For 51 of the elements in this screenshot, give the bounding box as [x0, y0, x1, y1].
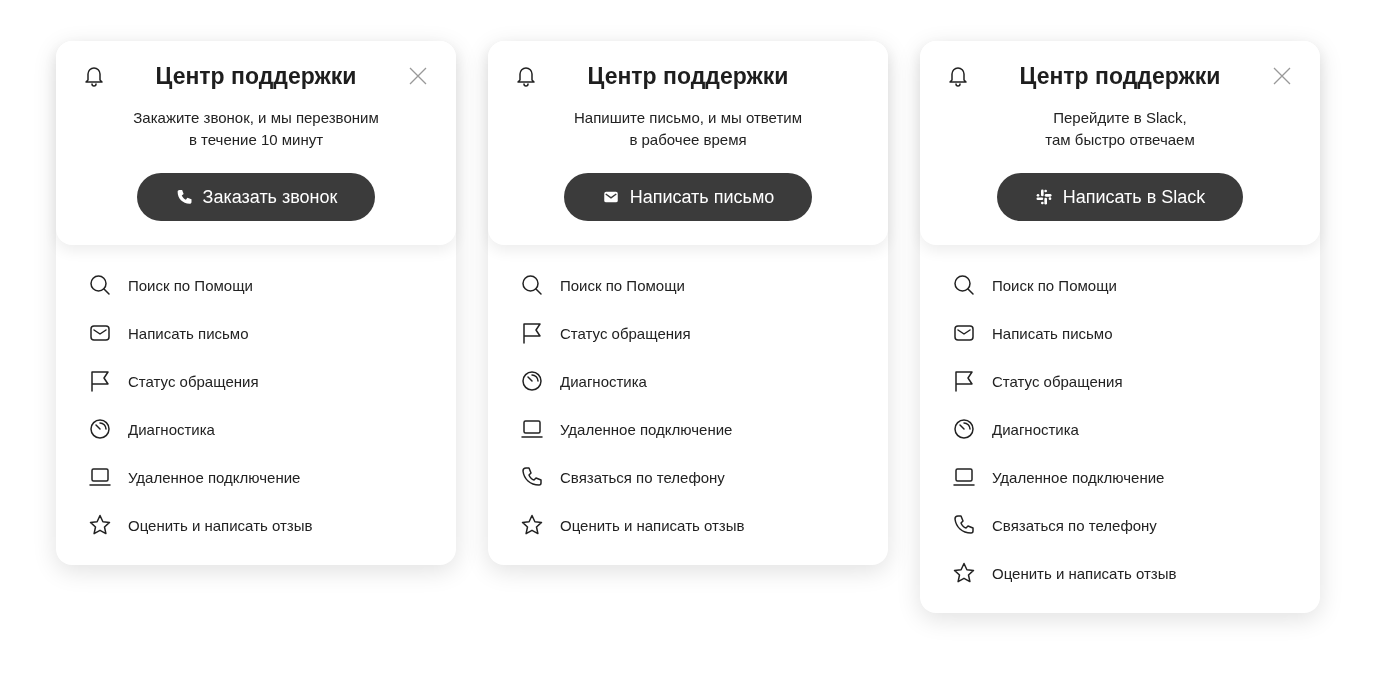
panel-description: Напишите письмо, и мы ответим в рабочее время: [574, 108, 802, 150]
flag-icon: [952, 369, 976, 393]
star-icon: [952, 561, 976, 585]
menu-item[interactable]: Связаться по телефону: [992, 516, 1157, 534]
panel-title: Центр поддержки: [155, 62, 357, 90]
panel-title: Центр поддержки: [587, 62, 789, 90]
bell-icon[interactable]: [84, 65, 104, 87]
flag-icon: [520, 321, 544, 345]
hash-icon: [1034, 188, 1053, 206]
menu-item[interactable]: Статус обращения: [992, 372, 1123, 390]
flag-icon: [88, 369, 112, 393]
phone-icon: [952, 513, 976, 537]
laptop-icon: [520, 417, 544, 441]
menu-item[interactable]: Удаленное подключение: [128, 468, 301, 486]
menu-item[interactable]: Диагностика: [560, 372, 647, 390]
phone-icon: [520, 465, 544, 489]
close-icon[interactable]: [409, 67, 427, 85]
panel-title: Центр поддержки: [1019, 62, 1221, 90]
menu-item[interactable]: Поиск по Помощи: [560, 276, 685, 294]
gauge-icon: [952, 417, 976, 441]
star-icon: [88, 513, 112, 537]
action-button[interactable]: Заказать звонок: [136, 173, 376, 221]
close-icon[interactable]: [1273, 67, 1291, 85]
action-button[interactable]: Написать письмо: [563, 173, 813, 221]
search-icon: [88, 273, 112, 297]
menu-item[interactable]: Оценить и написать отзыв: [128, 516, 313, 534]
search-icon: [520, 273, 544, 297]
menu-item[interactable]: Диагностика: [128, 420, 215, 438]
panel-description: Закажите звонок, и мы перезвоним в течение 10 минут: [133, 108, 379, 150]
menu-item[interactable]: Поиск по Помощи: [992, 276, 1117, 294]
search-icon: [952, 273, 976, 297]
menu-item[interactable]: Написать письмо: [128, 324, 249, 342]
gauge-icon: [88, 417, 112, 441]
laptop-icon: [88, 465, 112, 489]
bell-icon[interactable]: [948, 65, 968, 87]
menu-item[interactable]: Оценить и написать отзыв: [992, 564, 1177, 582]
menu-item[interactable]: Статус обращения: [560, 324, 691, 342]
panel-description: Перейдите в Slack, там быстро отвечаем: [1045, 108, 1195, 150]
menu-item[interactable]: Статус обращения: [128, 372, 259, 390]
menu-item[interactable]: Оценить и написать отзыв: [560, 516, 745, 534]
menu-item[interactable]: Написать письмо: [992, 324, 1113, 342]
laptop-icon: [952, 465, 976, 489]
star-icon: [520, 513, 544, 537]
menu-item[interactable]: Поиск по Помощи: [128, 276, 253, 294]
menu-item[interactable]: Связаться по телефону: [560, 468, 725, 486]
bell-icon[interactable]: [516, 65, 536, 87]
action-button[interactable]: Написать в Slack: [996, 173, 1244, 221]
gauge-icon: [520, 369, 544, 393]
menu-item[interactable]: Диагностика: [992, 420, 1079, 438]
menu-item[interactable]: Удаленное подключение: [992, 468, 1165, 486]
menu-item[interactable]: Удаленное подключение: [560, 420, 733, 438]
